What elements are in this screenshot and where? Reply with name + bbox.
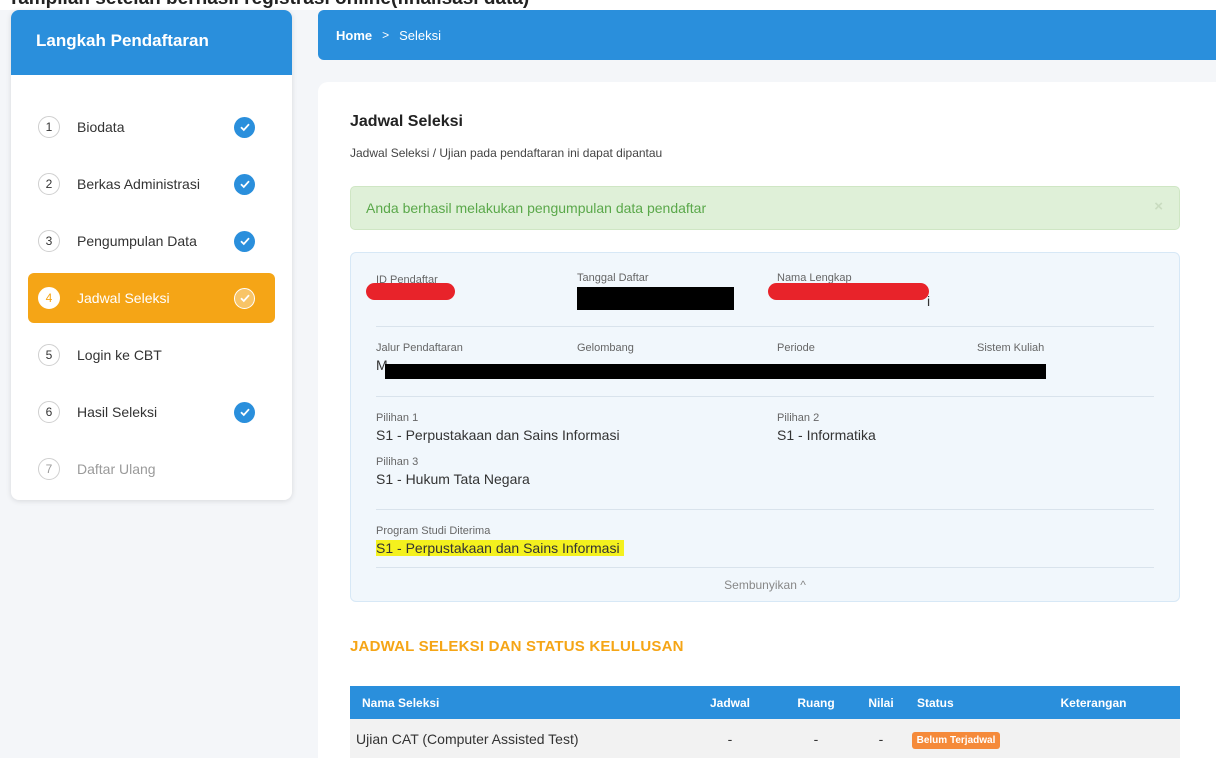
pilihan-3-field: Pilihan 3 S1 - Hukum Tata Negara	[376, 456, 530, 487]
registration-steps-sidebar: Langkah Pendaftaran 1 Biodata 2 Berkas A…	[11, 10, 292, 500]
field-label: Pilihan 3	[376, 456, 419, 468]
main-card: Jadwal Seleksi Jadwal Seleksi / Ujian pa…	[318, 82, 1216, 758]
step-hasil-seleksi[interactable]: 6 Hasil Seleksi	[28, 387, 275, 437]
field-label: Periode	[777, 342, 815, 354]
field-label: Tanggal Daftar	[577, 272, 649, 284]
breadcrumb-current: Seleksi	[399, 27, 442, 43]
divider	[376, 326, 1154, 327]
divider	[376, 509, 1154, 510]
hide-details-toggle[interactable]: Sembunyikan ^	[351, 578, 1179, 592]
step-number: 6	[38, 401, 60, 423]
sidebar-title: Langkah Pendaftaran	[11, 10, 292, 75]
field-label: Sistem Kuliah	[977, 342, 1045, 354]
column-header: Jadwal	[709, 695, 751, 710]
step-pengumpulan-data[interactable]: 3 Pengumpulan Data	[28, 216, 275, 266]
registrant-info-panel: ID Pendaftar Tanggal Daftar Nama Lengkap…	[350, 252, 1180, 602]
success-alert: Anda berhasil melakukan pengumpulan data…	[350, 186, 1180, 230]
step-number: 3	[38, 230, 60, 252]
field-label: Pilihan 2	[777, 412, 820, 424]
column-header: Nama Seleksi	[362, 695, 440, 710]
table-header-row: Nama Seleksi Jadwal Ruang Nilai Status K…	[350, 686, 1180, 719]
step-number: 2	[38, 173, 60, 195]
table-row: Ujian CAT (Computer Assisted Test) - - -…	[350, 719, 1180, 758]
redaction-block	[577, 287, 734, 310]
step-label: Jadwal Seleksi	[77, 290, 170, 306]
column-header: Status	[917, 695, 954, 710]
step-label: Berkas Administrasi	[77, 176, 200, 192]
page-title: Jadwal Seleksi	[350, 113, 463, 130]
divider	[376, 396, 1154, 397]
redaction-mark	[768, 283, 929, 300]
schedule-section-title: JADWAL SELEKSI DAN STATUS KELULUSAN	[350, 638, 684, 655]
page-caption: Tampilan setelah berhasil registrasi onl…	[0, 0, 1216, 10]
chevron-right-icon: >	[382, 28, 390, 42]
step-berkas-administrasi[interactable]: 2 Berkas Administrasi	[28, 159, 275, 209]
step-number: 7	[38, 458, 60, 480]
close-icon[interactable]: ×	[1154, 198, 1163, 215]
cell-keterangan	[1007, 719, 1180, 758]
step-label: Daftar Ulang	[77, 461, 156, 477]
field-label: Pilihan 1	[376, 412, 419, 424]
field-value: S1 - Perpustakaan dan Sains Informasi	[376, 427, 620, 443]
field-value: S1 - Informatika	[777, 427, 876, 443]
program-studi-diterima-field: Program Studi Diterima S1 - Perpustakaan…	[376, 525, 624, 556]
step-daftar-ulang: 7 Daftar Ulang	[28, 444, 275, 494]
field-value: S1 - Hukum Tata Negara	[376, 471, 530, 487]
step-biodata[interactable]: 1 Biodata	[28, 102, 275, 152]
step-jadwal-seleksi[interactable]: 4 Jadwal Seleksi	[28, 273, 275, 323]
status-badge: Belum Terjadwal	[911, 731, 1001, 749]
divider	[376, 567, 1154, 568]
redaction-mark	[366, 283, 455, 300]
cell-nilai: -	[878, 731, 884, 747]
breadcrumb-home-link[interactable]: Home	[336, 28, 372, 43]
check-circle-icon	[234, 116, 255, 138]
step-label: Pengumpulan Data	[77, 233, 197, 249]
name-visible-fragment: i	[927, 293, 931, 309]
step-login-ke-cbt[interactable]: 5 Login ke CBT	[28, 330, 275, 380]
step-label: Biodata	[77, 119, 125, 135]
check-circle-icon	[234, 401, 255, 423]
column-header: Ruang	[797, 695, 835, 710]
field-label: Program Studi Diterima	[376, 525, 491, 537]
gelombang-field: Gelombang	[577, 342, 634, 354]
field-label: Jalur Pendaftaran	[376, 342, 463, 354]
alert-message: Anda berhasil melakukan pengumpulan data…	[366, 200, 707, 216]
tanggal-daftar-field: Tanggal Daftar	[577, 272, 649, 284]
step-number: 1	[38, 116, 60, 138]
field-label: Gelombang	[577, 342, 634, 354]
check-circle-icon	[234, 173, 255, 195]
page-subtitle: Jadwal Seleksi / Ujian pada pendaftaran …	[350, 146, 663, 160]
column-header: Keterangan	[1060, 695, 1127, 710]
cell-jadwal: -	[727, 731, 733, 747]
step-number: 4	[38, 287, 60, 309]
cell-status: Belum Terjadwal	[905, 719, 1007, 758]
pilihan-2-field: Pilihan 2 S1 - Informatika	[777, 412, 876, 443]
step-number: 5	[38, 344, 60, 366]
column-header: Nilai	[868, 695, 894, 710]
cell-ruang: -	[813, 731, 819, 747]
step-label: Login ke CBT	[77, 347, 162, 363]
cell-nama-seleksi: Ujian CAT (Computer Assisted Test)	[356, 731, 579, 747]
selection-schedule-table: Nama Seleksi Jadwal Ruang Nilai Status K…	[350, 686, 1180, 758]
redaction-block	[385, 364, 1046, 379]
periode-field: Periode	[777, 342, 815, 354]
breadcrumb: Home > Seleksi	[318, 10, 1216, 60]
accepted-program-value: S1 - Perpustakaan dan Sains Informasi	[376, 540, 624, 556]
check-circle-icon	[234, 230, 255, 252]
check-circle-icon	[234, 287, 255, 309]
pilihan-1-field: Pilihan 1 S1 - Perpustakaan dan Sains In…	[376, 412, 620, 443]
sistem-kuliah-field: Sistem Kuliah	[977, 342, 1044, 354]
step-label: Hasil Seleksi	[77, 404, 158, 420]
